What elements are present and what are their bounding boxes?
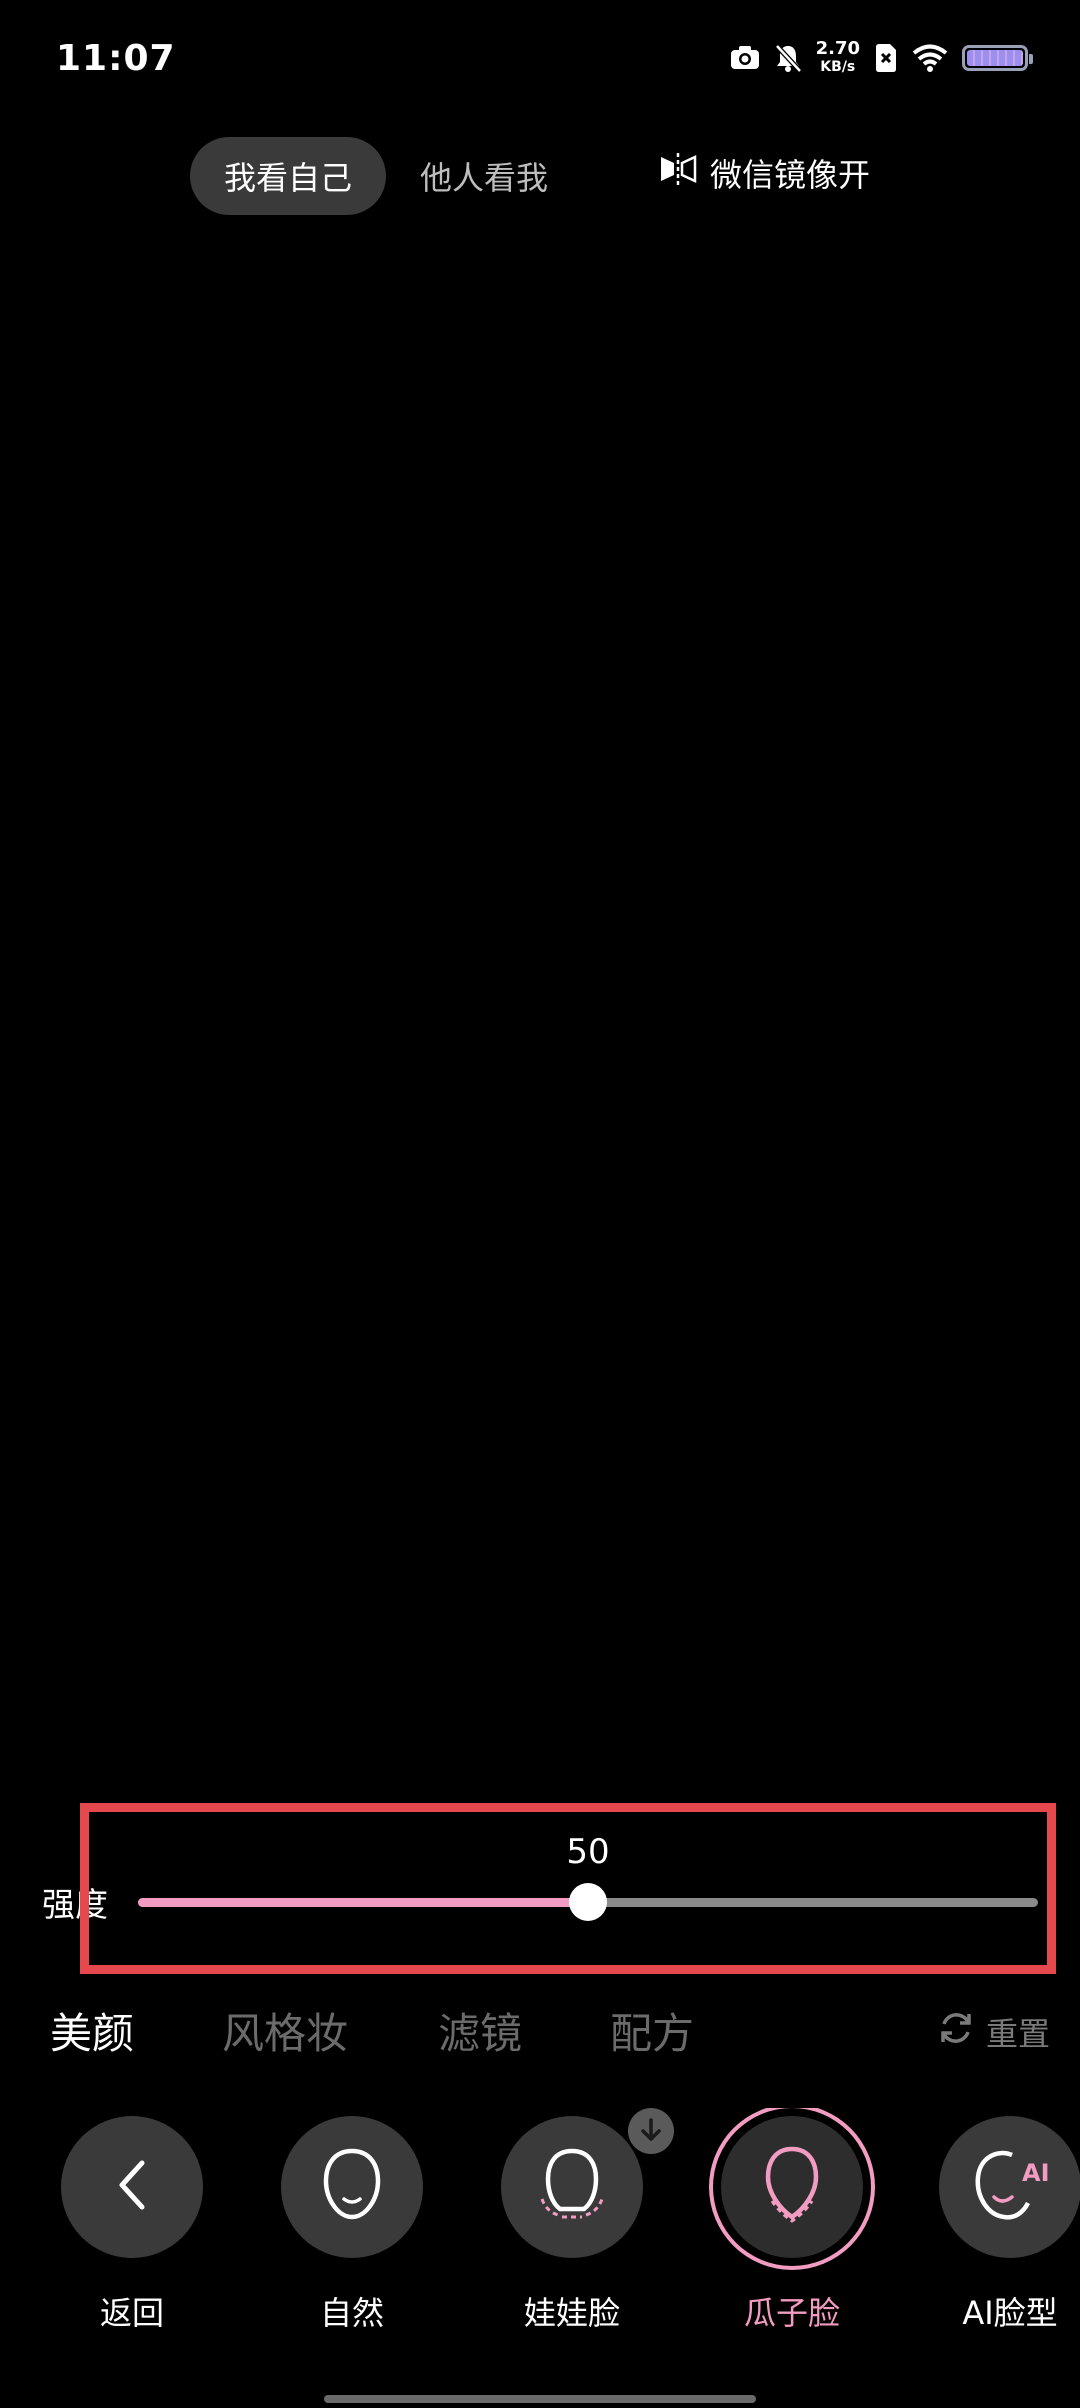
reset-button[interactable]: 重置	[936, 2008, 1050, 2056]
item-baby-face[interactable]: 娃娃脸	[472, 2108, 674, 2334]
net-speed-unit: KB/s	[820, 59, 856, 75]
slider-thumb[interactable]	[569, 1883, 607, 1921]
refresh-icon	[936, 2008, 976, 2056]
face-vshape-icon	[758, 2145, 826, 2229]
reset-label: 重置	[985, 2015, 1050, 2053]
tab-recipe[interactable]: 配方	[610, 2000, 694, 2061]
face-shape-list: 返回 自然 娃娃脸 瓜子脸 AI AI脸型	[0, 2108, 1080, 2348]
wifi-icon	[912, 44, 948, 72]
face-ai-icon: AI	[968, 2147, 1052, 2227]
ai-badge-text: AI	[1022, 2159, 1050, 2187]
battery-level	[967, 50, 1023, 66]
net-speed-value: 2.70	[815, 38, 860, 59]
item-natural[interactable]: 自然	[252, 2108, 452, 2334]
mirror-icon	[658, 151, 698, 195]
mirror-label: 微信镜像开	[710, 156, 871, 194]
item-ai-face-button[interactable]: AI	[939, 2116, 1080, 2258]
face-baby-icon	[536, 2147, 608, 2227]
download-badge	[628, 2108, 674, 2154]
item-baby-face-button[interactable]	[501, 2116, 643, 2258]
tab-others-view[interactable]: 他人看我	[386, 137, 582, 215]
beauty-tabs: 美颜 风格妆 滤镜 配方 重置	[50, 2000, 1050, 2070]
item-label: 娃娃脸	[523, 2294, 620, 2332]
status-icons: 2.70 KB/s	[730, 40, 1033, 76]
battery-icon	[962, 45, 1033, 71]
home-indicator[interactable]	[324, 2395, 756, 2403]
tab-self-view[interactable]: 我看自己	[190, 137, 387, 215]
mirror-toggle[interactable]: 微信镜像开	[658, 150, 870, 196]
item-back[interactable]: 返回	[32, 2108, 232, 2334]
face-natural-icon	[320, 2147, 384, 2227]
item-label: 自然	[319, 2294, 384, 2332]
mute-icon	[774, 43, 802, 73]
status-time: 11:07	[56, 38, 176, 79]
sim-x-icon	[874, 43, 898, 73]
net-speed: 2.70 KB/s	[816, 40, 860, 76]
tab-style-makeup[interactable]: 风格妆	[222, 2000, 348, 2061]
item-label: AI脸型	[962, 2294, 1058, 2332]
item-vshape-face[interactable]: 瓜子脸	[692, 2108, 892, 2334]
slider-fill	[138, 1898, 588, 1907]
item-label: 返回	[99, 2294, 164, 2332]
strength-slider[interactable]: 50	[138, 1832, 1038, 1926]
view-toggle: 我看自己 他人看我	[190, 136, 582, 216]
status-bar: 11:07 2.70 KB/s	[0, 0, 1080, 120]
slider-value: 50	[566, 1832, 610, 1872]
camera-icon	[730, 45, 760, 71]
strength-label: 强度	[42, 1885, 108, 1924]
item-back-button[interactable]	[61, 2116, 203, 2258]
tab-filter[interactable]: 滤镜	[438, 2000, 522, 2061]
back-chevron-icon	[112, 2157, 152, 2217]
item-natural-button[interactable]	[281, 2116, 423, 2258]
item-vshape-face-button[interactable]	[721, 2116, 863, 2258]
item-label: 瓜子脸	[743, 2294, 840, 2332]
tab-beauty[interactable]: 美颜	[50, 2000, 134, 2061]
item-ai-face[interactable]: AI AI脸型	[910, 2108, 1080, 2334]
